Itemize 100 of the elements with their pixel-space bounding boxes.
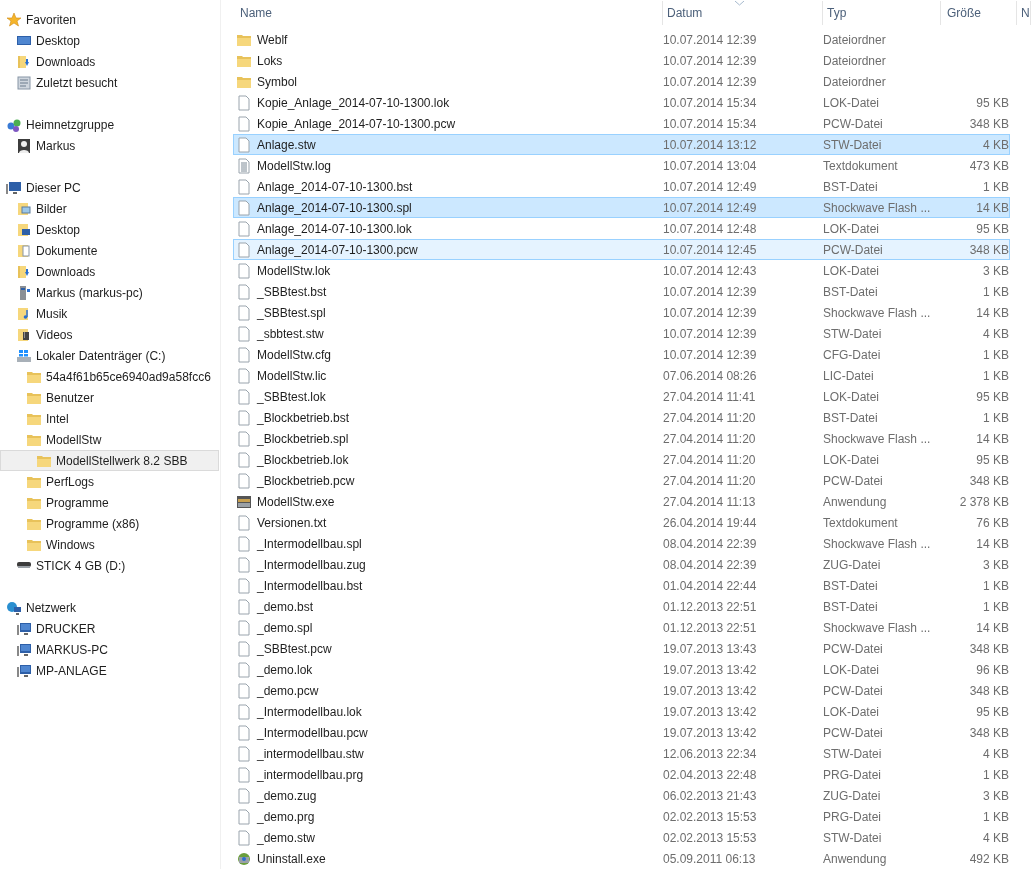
file-row[interactable]: _demo.prg 02.02.2013 15:53 PRG-Datei 1 KB [233,806,1010,827]
nav-item[interactable]: Lokaler Datenträger (C:) [0,345,219,366]
nav-item[interactable]: Musik [0,303,219,324]
file-row[interactable]: _SBBtest.spl 10.07.2014 12:39 Shockwave Flash ... 14 KB [233,302,1010,323]
document-icon [236,661,252,678]
nav-item[interactable]: Downloads [0,51,219,72]
nav-item[interactable]: PerfLogs [0,471,219,492]
nav-item[interactable]: Markus [0,135,219,156]
column-header[interactable]: Datum [663,1,823,25]
nav-item[interactable]: Windows [0,534,219,555]
file-date: 10.07.2014 12:39 [662,325,758,343]
nav-item[interactable]: Dokumente [0,240,219,261]
column-header[interactable]: Typ [823,1,941,25]
file-row[interactable]: Kopie_Anlage_2014-07-10-1300.lok 10.07.2014 15:34 LOK-Datei 95 KB [233,92,1010,113]
file-type: BST-Datei [822,283,879,301]
file-row[interactable]: _intermodellbau.prg 02.04.2013 22:48 PRG-Datei 1 KB [233,764,1010,785]
nav-label: Intel [46,410,69,428]
file-size: 14 KB [976,535,1009,553]
file-name: _Blockbetrieb.spl [257,430,349,448]
file-row[interactable]: _demo.pcw 19.07.2013 13:42 PCW-Datei 348 KB [233,680,1010,701]
file-row[interactable]: _Intermodellbau.bst 01.04.2014 22:44 BST-Datei 1 KB [233,575,1010,596]
file-row[interactable]: _demo.zug 06.02.2013 21:43 ZUG-Datei 3 KB [233,785,1010,806]
file-row[interactable]: ModellStw.log 10.07.2014 13:04 Textdokument 473 KB [233,155,1010,176]
file-date: 27.04.2014 11:20 [662,472,757,490]
file-row[interactable]: ModellStw.cfg 10.07.2014 12:39 CFG-Datei 1 KB [233,344,1010,365]
file-row[interactable]: Symbol 10.07.2014 12:39 Dateiordner [233,71,1010,92]
nav-label: Windows [46,536,95,554]
file-row[interactable]: _SBBtest.lok 27.04.2014 11:41 LOK-Datei 95 KB [233,386,1010,407]
nav-item[interactable]: STICK 4 GB (D:) [0,555,219,576]
column-header[interactable]: Größe [941,1,1017,25]
file-row[interactable]: _Blockbetrieb.bst 27.04.2014 11:20 BST-Datei 1 KB [233,407,1010,428]
nav-item[interactable]: DRUCKER [0,618,219,639]
file-size: 95 KB [976,94,1009,112]
file-date: 01.04.2014 22:44 [662,577,758,595]
nav-item[interactable]: Favoriten [0,9,219,30]
file-row[interactable]: Kopie_Anlage_2014-07-10-1300.pcw 10.07.2014 15:34 PCW-Datei 348 KB [233,113,1010,134]
file-row[interactable]: _demo.lok 19.07.2013 13:42 LOK-Datei 96 KB [233,659,1010,680]
file-row[interactable]: ModellStw.exe 27.04.2014 11:13 Anwendung 2 378 KB [233,491,1010,512]
file-row[interactable]: Anlage.stw 10.07.2014 13:12 STW-Datei 4 KB [233,134,1010,155]
file-name: ModellStw.exe [257,493,335,511]
nav-item[interactable]: Intel [0,408,219,429]
nav-item[interactable]: Zuletzt besucht [0,72,219,93]
file-type: STW-Datei [822,136,883,154]
nav-item[interactable]: ModellStw [0,429,219,450]
file-row[interactable]: Anlage_2014-07-10-1300.spl 10.07.2014 12:49 Shockwave Flash ... 14 KB [233,197,1010,218]
file-row[interactable]: _Intermodellbau.spl 08.04.2014 22:39 Shockwave Flash ... 14 KB [233,533,1010,554]
file-name: Anlage_2014-07-10-1300.spl [257,199,412,217]
file-row[interactable]: _sbbtest.stw 10.07.2014 12:39 STW-Datei 4 KB [233,323,1010,344]
nav-item[interactable]: Videos [0,324,219,345]
file-row[interactable]: _demo.stw 02.02.2013 15:53 STW-Datei 4 KB [233,827,1010,848]
user-icon [16,137,32,154]
file-size: 95 KB [976,703,1009,721]
file-size: 1 KB [983,808,1009,826]
file-row[interactable]: Anlage_2014-07-10-1300.lok 10.07.2014 12:48 LOK-Datei 95 KB [233,218,1010,239]
file-row[interactable]: Versionen.txt 26.04.2014 19:44 Textdokument 76 KB [233,512,1010,533]
document-icon [236,94,252,111]
file-row[interactable]: _Intermodellbau.zug 08.04.2014 22:39 ZUG-Datei 3 KB [233,554,1010,575]
nav-item[interactable]: Markus (markus-pc) [0,282,219,303]
file-row[interactable]: Anlage_2014-07-10-1300.pcw 10.07.2014 12:45 PCW-Datei 348 KB [233,239,1010,260]
file-size: 348 KB [969,241,1009,259]
nav-item[interactable]: 54a4f61b65ce6940ad9a58fcc6 [0,366,219,387]
file-row[interactable]: Weblf 10.07.2014 12:39 Dateiordner [233,29,1010,50]
column-header[interactable]: N [1017,1,1031,25]
file-row[interactable]: _Blockbetrieb.lok 27.04.2014 11:20 LOK-Datei 95 KB [233,449,1010,470]
nav-item[interactable]: Benutzer [0,387,219,408]
nav-item[interactable]: Dieser PC [0,177,219,198]
document-icon [236,283,252,300]
download-folder-icon [16,263,32,280]
file-name: _Intermodellbau.pcw [257,724,368,742]
document-icon [236,346,252,363]
column-header[interactable]: Name [236,1,663,25]
file-row[interactable]: _intermodellbau.stw 12.06.2013 22:34 STW-Datei 4 KB [233,743,1010,764]
file-row[interactable]: _Blockbetrieb.spl 27.04.2014 11:20 Shockwave Flash ... 14 KB [233,428,1010,449]
file-row[interactable]: _SBBtest.bst 10.07.2014 12:39 BST-Datei 1 KB [233,281,1010,302]
file-type: Anwendung [822,493,888,511]
file-row[interactable]: Uninstall.exe 05.09.2011 06:13 Anwendung 492 KB [233,848,1010,869]
file-row[interactable]: _Intermodellbau.pcw 19.07.2013 13:42 PCW-Datei 348 KB [233,722,1010,743]
nav-item[interactable]: Bilder [0,198,219,219]
nav-item[interactable]: Programme (x86) [0,513,219,534]
nav-item[interactable]: Netzwerk [0,597,219,618]
file-row[interactable]: _demo.spl 01.12.2013 22:51 Shockwave Flash ... 14 KB [233,617,1010,638]
file-row[interactable]: ModellStw.lok 10.07.2014 12:43 LOK-Datei 3 KB [233,260,1010,281]
file-row[interactable]: _Blockbetrieb.pcw 27.04.2014 11:20 PCW-Datei 348 KB [233,470,1010,491]
file-row[interactable]: _Intermodellbau.lok 19.07.2013 13:42 LOK-Datei 95 KB [233,701,1010,722]
nav-item[interactable]: Downloads [0,261,219,282]
file-row[interactable]: _SBBtest.pcw 19.07.2013 13:43 PCW-Datei 348 KB [233,638,1010,659]
file-row[interactable]: Loks 10.07.2014 12:39 Dateiordner [233,50,1010,71]
file-row[interactable]: Anlage_2014-07-10-1300.bst 10.07.2014 12:49 BST-Datei 1 KB [233,176,1010,197]
nav-item[interactable]: Desktop [0,219,219,240]
document-icon [236,703,252,720]
file-row[interactable]: ModellStw.lic 07.06.2014 08:26 LIC-Datei 1 KB [233,365,1010,386]
nav-item[interactable]: ModellStellwerk 8.2 SBB [0,450,219,471]
nav-item[interactable]: MP-ANLAGE [0,660,219,681]
nav-item[interactable]: Desktop [0,30,219,51]
file-row[interactable]: _demo.bst 01.12.2013 22:51 BST-Datei 1 KB [233,596,1010,617]
nav-item[interactable]: MARKUS-PC [0,639,219,660]
nav-item[interactable]: Programme [0,492,219,513]
file-name: ModellStw.lic [257,367,327,385]
file-type: PCW-Datei [822,682,884,700]
nav-item[interactable]: Heimnetzgruppe [0,114,219,135]
